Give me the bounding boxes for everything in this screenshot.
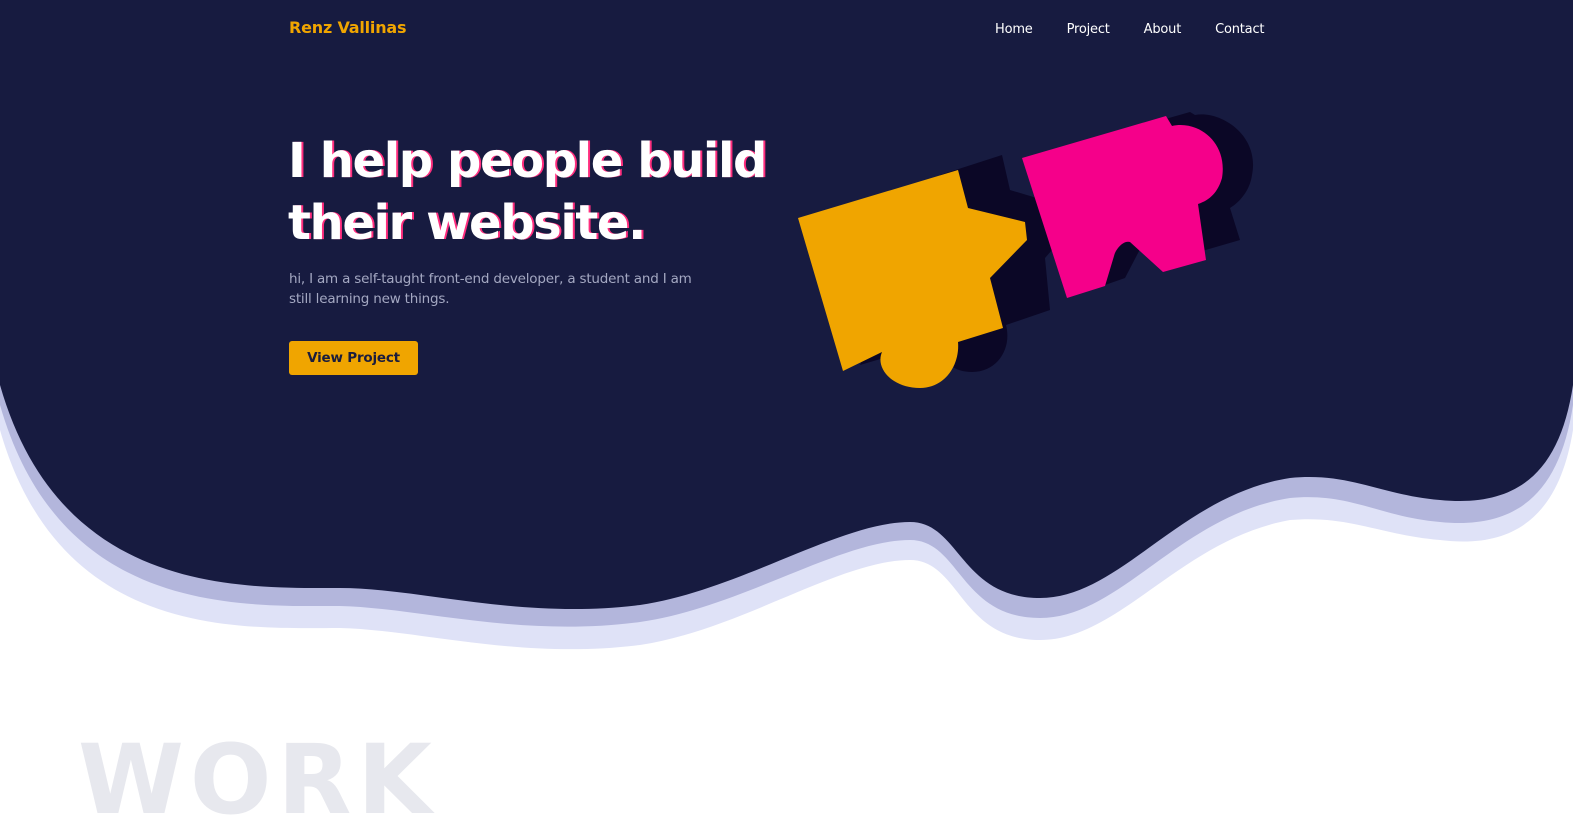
puzzle-pieces-illustration	[798, 112, 1254, 388]
hero-headline-line-2: their website.	[288, 195, 646, 251]
main-nav: Home Project About Contact	[995, 22, 1264, 37]
site-logo[interactable]: Renz Vallinas	[289, 18, 407, 37]
nav-home-link[interactable]: Home	[995, 22, 1033, 37]
nav-contact-link[interactable]: Contact	[1215, 22, 1264, 37]
view-project-button[interactable]: View Project	[289, 341, 418, 375]
nav-about-link[interactable]: About	[1144, 22, 1182, 37]
hero-intro-text: hi, I am a self-taught front-end develop…	[289, 271, 692, 307]
nav-project-link[interactable]: Project	[1067, 22, 1110, 37]
work-section-heading: WORK	[78, 724, 438, 836]
hero-headline-line-1: I help people build	[288, 133, 767, 189]
hero-headline: I help people build their website.	[288, 130, 788, 254]
